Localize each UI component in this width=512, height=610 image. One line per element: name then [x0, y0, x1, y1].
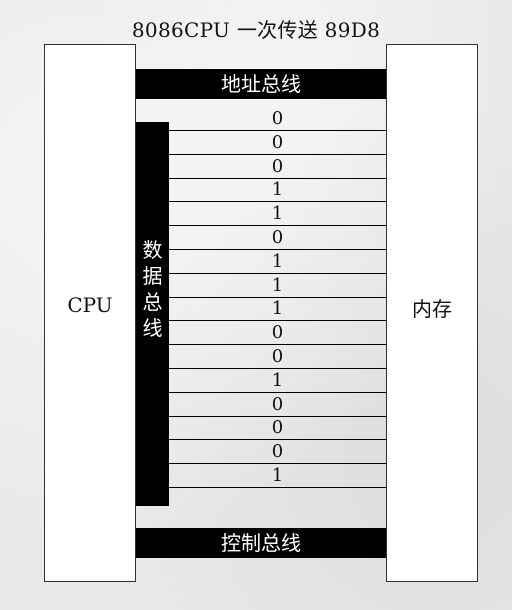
data-bus-line-11: 1 — [169, 369, 386, 393]
data-bit-value: 0 — [271, 322, 284, 344]
data-bus-line-1: 0 — [169, 131, 386, 155]
data-bus-line-7: 1 — [169, 274, 386, 298]
data-bus-label-char: 线 — [142, 316, 163, 340]
data-bit-value: 0 — [271, 131, 284, 153]
data-bit-value: 1 — [271, 465, 284, 486]
data-bus-line-12: 0 — [169, 393, 386, 417]
memory-label: 内存 — [412, 297, 452, 321]
data-bit-value: 1 — [271, 203, 284, 225]
data-bus-line-13: 0 — [169, 416, 386, 441]
data-bit-value: 1 — [271, 274, 284, 296]
data-bit-value: 0 — [271, 393, 284, 415]
cpu-box: CPU — [44, 44, 136, 582]
data-bus-line-10: 0 — [169, 345, 386, 369]
cpu-label: CPU — [67, 293, 113, 317]
memory-box: 内存 — [386, 44, 478, 582]
data-bus-line-6: 1 — [169, 250, 386, 274]
data-bit-value: 1 — [271, 250, 284, 272]
data-bit-value: 0 — [271, 346, 284, 367]
data-bus-line-5: 0 — [169, 226, 386, 250]
data-bit-value: 0 — [271, 417, 284, 439]
data-bit-value: 1 — [271, 298, 284, 320]
control-bus-label: 控制总线 — [221, 531, 301, 555]
data-bit-value: 0 — [271, 441, 284, 463]
data-bus-line-4: 1 — [169, 202, 386, 227]
data-bus-line-2: 0 — [169, 155, 386, 179]
data-bit-value: 1 — [271, 179, 284, 201]
data-bit-value: 0 — [271, 108, 284, 129]
data-bus-line-14: 0 — [169, 440, 386, 465]
control-bus-bar: 控制总线 — [136, 528, 386, 558]
data-bus-line-0: 0 — [169, 107, 386, 131]
data-bus-line-8: 1 — [169, 297, 386, 322]
data-bus-label-char: 总 — [142, 290, 163, 314]
data-bus-label-char: 数 — [142, 238, 163, 262]
data-bus-line-3: 1 — [169, 178, 386, 203]
data-bit-value: 0 — [271, 155, 284, 177]
data-bus-label-char: 据 — [142, 264, 163, 288]
data-bus-label: 数 据 总 线 — [136, 237, 169, 341]
data-bus-line-9: 0 — [169, 321, 386, 346]
data-bus-line-15: 1 — [169, 464, 386, 488]
data-bus-lines: 0001101110010001 — [169, 0, 386, 610]
data-bus-bar: 数 据 总 线 — [136, 122, 169, 506]
data-bit-value: 1 — [271, 369, 284, 391]
data-bit-value: 0 — [271, 227, 284, 248]
